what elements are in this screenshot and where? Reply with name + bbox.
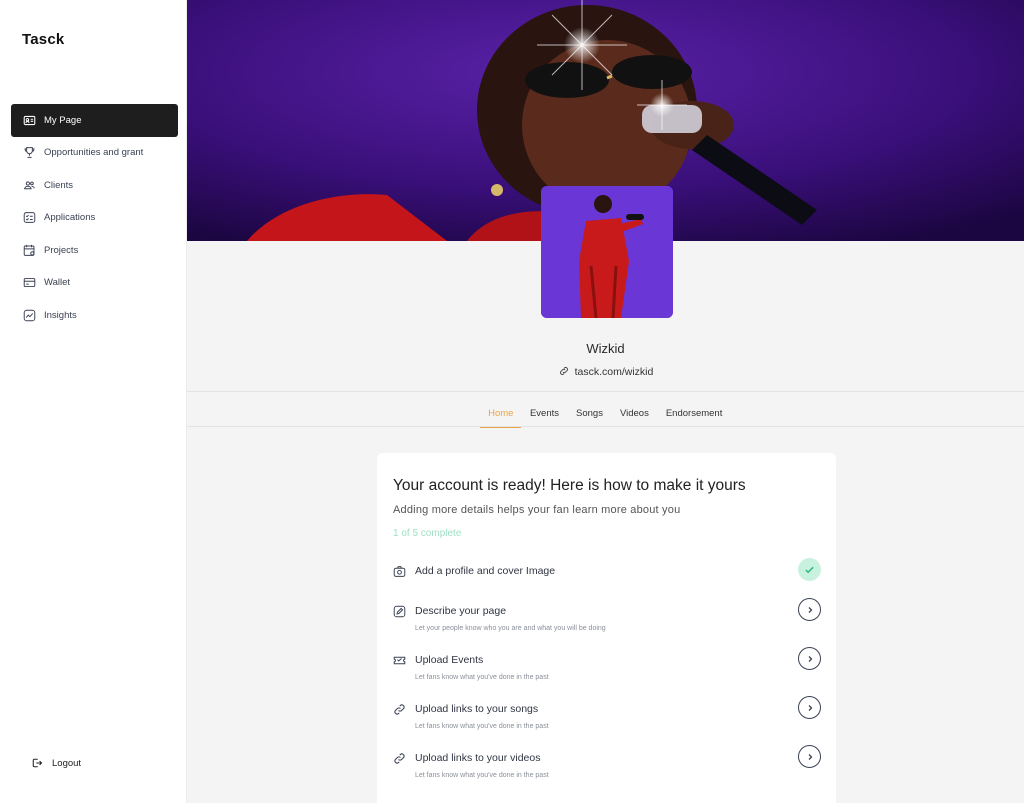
divider <box>187 391 1024 392</box>
trophy-icon <box>22 146 36 160</box>
task-title: Upload links to your songs <box>415 703 539 715</box>
task-open-button[interactable] <box>798 696 821 719</box>
sidebar-item-clients[interactable]: Clients <box>11 169 178 202</box>
sidebar-item-label: Projects <box>44 244 79 256</box>
sidebar-item-label: Clients <box>44 179 74 191</box>
tab-events[interactable]: Events <box>521 401 567 428</box>
brand-logo[interactable]: Tasck <box>22 31 64 48</box>
logout-button[interactable]: Logout <box>31 757 81 769</box>
chevron-right-icon <box>808 704 812 711</box>
onboarding-subtitle: Adding more details helps your fan learn… <box>393 504 681 516</box>
task-title: Upload links to your videos <box>415 752 541 764</box>
profile-name: Wizkid <box>586 341 625 356</box>
sidebar-item-my-page[interactable]: My Page <box>11 104 178 137</box>
task-description: Let your people know who you are and wha… <box>415 625 606 632</box>
logout-label: Logout <box>52 757 82 769</box>
wallet-icon <box>22 276 36 290</box>
chevron-right-icon <box>808 606 812 613</box>
logout-icon <box>32 758 43 768</box>
main-content: Wizkid tasck.com/wizkid Home Events Song… <box>187 0 1024 803</box>
link-icon <box>559 367 568 375</box>
sidebar-item-projects[interactable]: Projects <box>11 234 178 267</box>
task-open-button[interactable] <box>798 598 821 621</box>
sidebar-item-label: Insights <box>44 309 77 321</box>
sidebar-item-opportunities[interactable]: Opportunities and grant <box>11 137 178 170</box>
profile-tabs: Home Events Songs Videos Endorsement <box>187 401 1024 428</box>
tab-videos[interactable]: Videos <box>611 401 657 428</box>
sidebar-item-applications[interactable]: Applications <box>11 202 178 235</box>
sidebar-item-label: Opportunities and grant <box>44 147 144 159</box>
task-description: Let fans know what you've done in the pa… <box>415 723 549 730</box>
sidebar-item-label: Wallet <box>44 277 71 289</box>
sidebar-nav: My Page Opportunities and grant Clients … <box>11 104 178 332</box>
chevron-right-icon <box>808 655 812 662</box>
calendar-icon <box>22 243 36 257</box>
divider <box>187 426 1024 427</box>
sidebar: Tasck My Page Opportunities and grant Cl… <box>0 0 187 803</box>
link-icon <box>393 752 407 766</box>
task-open-button[interactable] <box>798 647 821 670</box>
sidebar-item-label: Applications <box>44 212 96 224</box>
profile-link[interactable]: tasck.com/wizkid <box>187 366 1024 378</box>
users-icon <box>22 178 36 192</box>
profile-avatar[interactable] <box>541 186 673 318</box>
id-card-icon <box>22 113 36 127</box>
onboarding-title: Your account is ready! Here is how to ma… <box>393 477 746 494</box>
chart-icon <box>22 308 36 322</box>
task-description: Let fans know what you've done in the pa… <box>415 772 549 779</box>
profile-link-text: tasck.com/wizkid <box>574 366 654 378</box>
chevron-right-icon <box>808 753 812 760</box>
ticket-icon <box>393 654 407 668</box>
task-title: Describe your page <box>415 605 507 617</box>
task-open-button[interactable] <box>798 745 821 768</box>
onboarding-progress: 1 of 5 complete <box>393 528 462 539</box>
task-title: Upload Events <box>415 654 484 666</box>
sidebar-item-wallet[interactable]: Wallet <box>11 267 178 300</box>
sidebar-item-insights[interactable]: Insights <box>11 299 178 332</box>
onboarding-card: Your account is ready! Here is how to ma… <box>377 453 836 803</box>
tab-songs[interactable]: Songs <box>568 401 612 428</box>
edit-icon <box>393 605 407 619</box>
task-title: Add a profile and cover Image <box>415 565 556 577</box>
list-icon <box>22 211 36 225</box>
tab-home[interactable]: Home <box>480 401 522 428</box>
check-icon <box>805 566 814 574</box>
tab-endorsement[interactable]: Endorsement <box>657 401 731 428</box>
camera-icon <box>393 565 407 579</box>
link-icon <box>393 703 407 717</box>
task-description: Let fans know what you've done in the pa… <box>415 674 549 681</box>
sidebar-item-label: My Page <box>44 114 82 126</box>
task-complete-check <box>798 558 821 581</box>
